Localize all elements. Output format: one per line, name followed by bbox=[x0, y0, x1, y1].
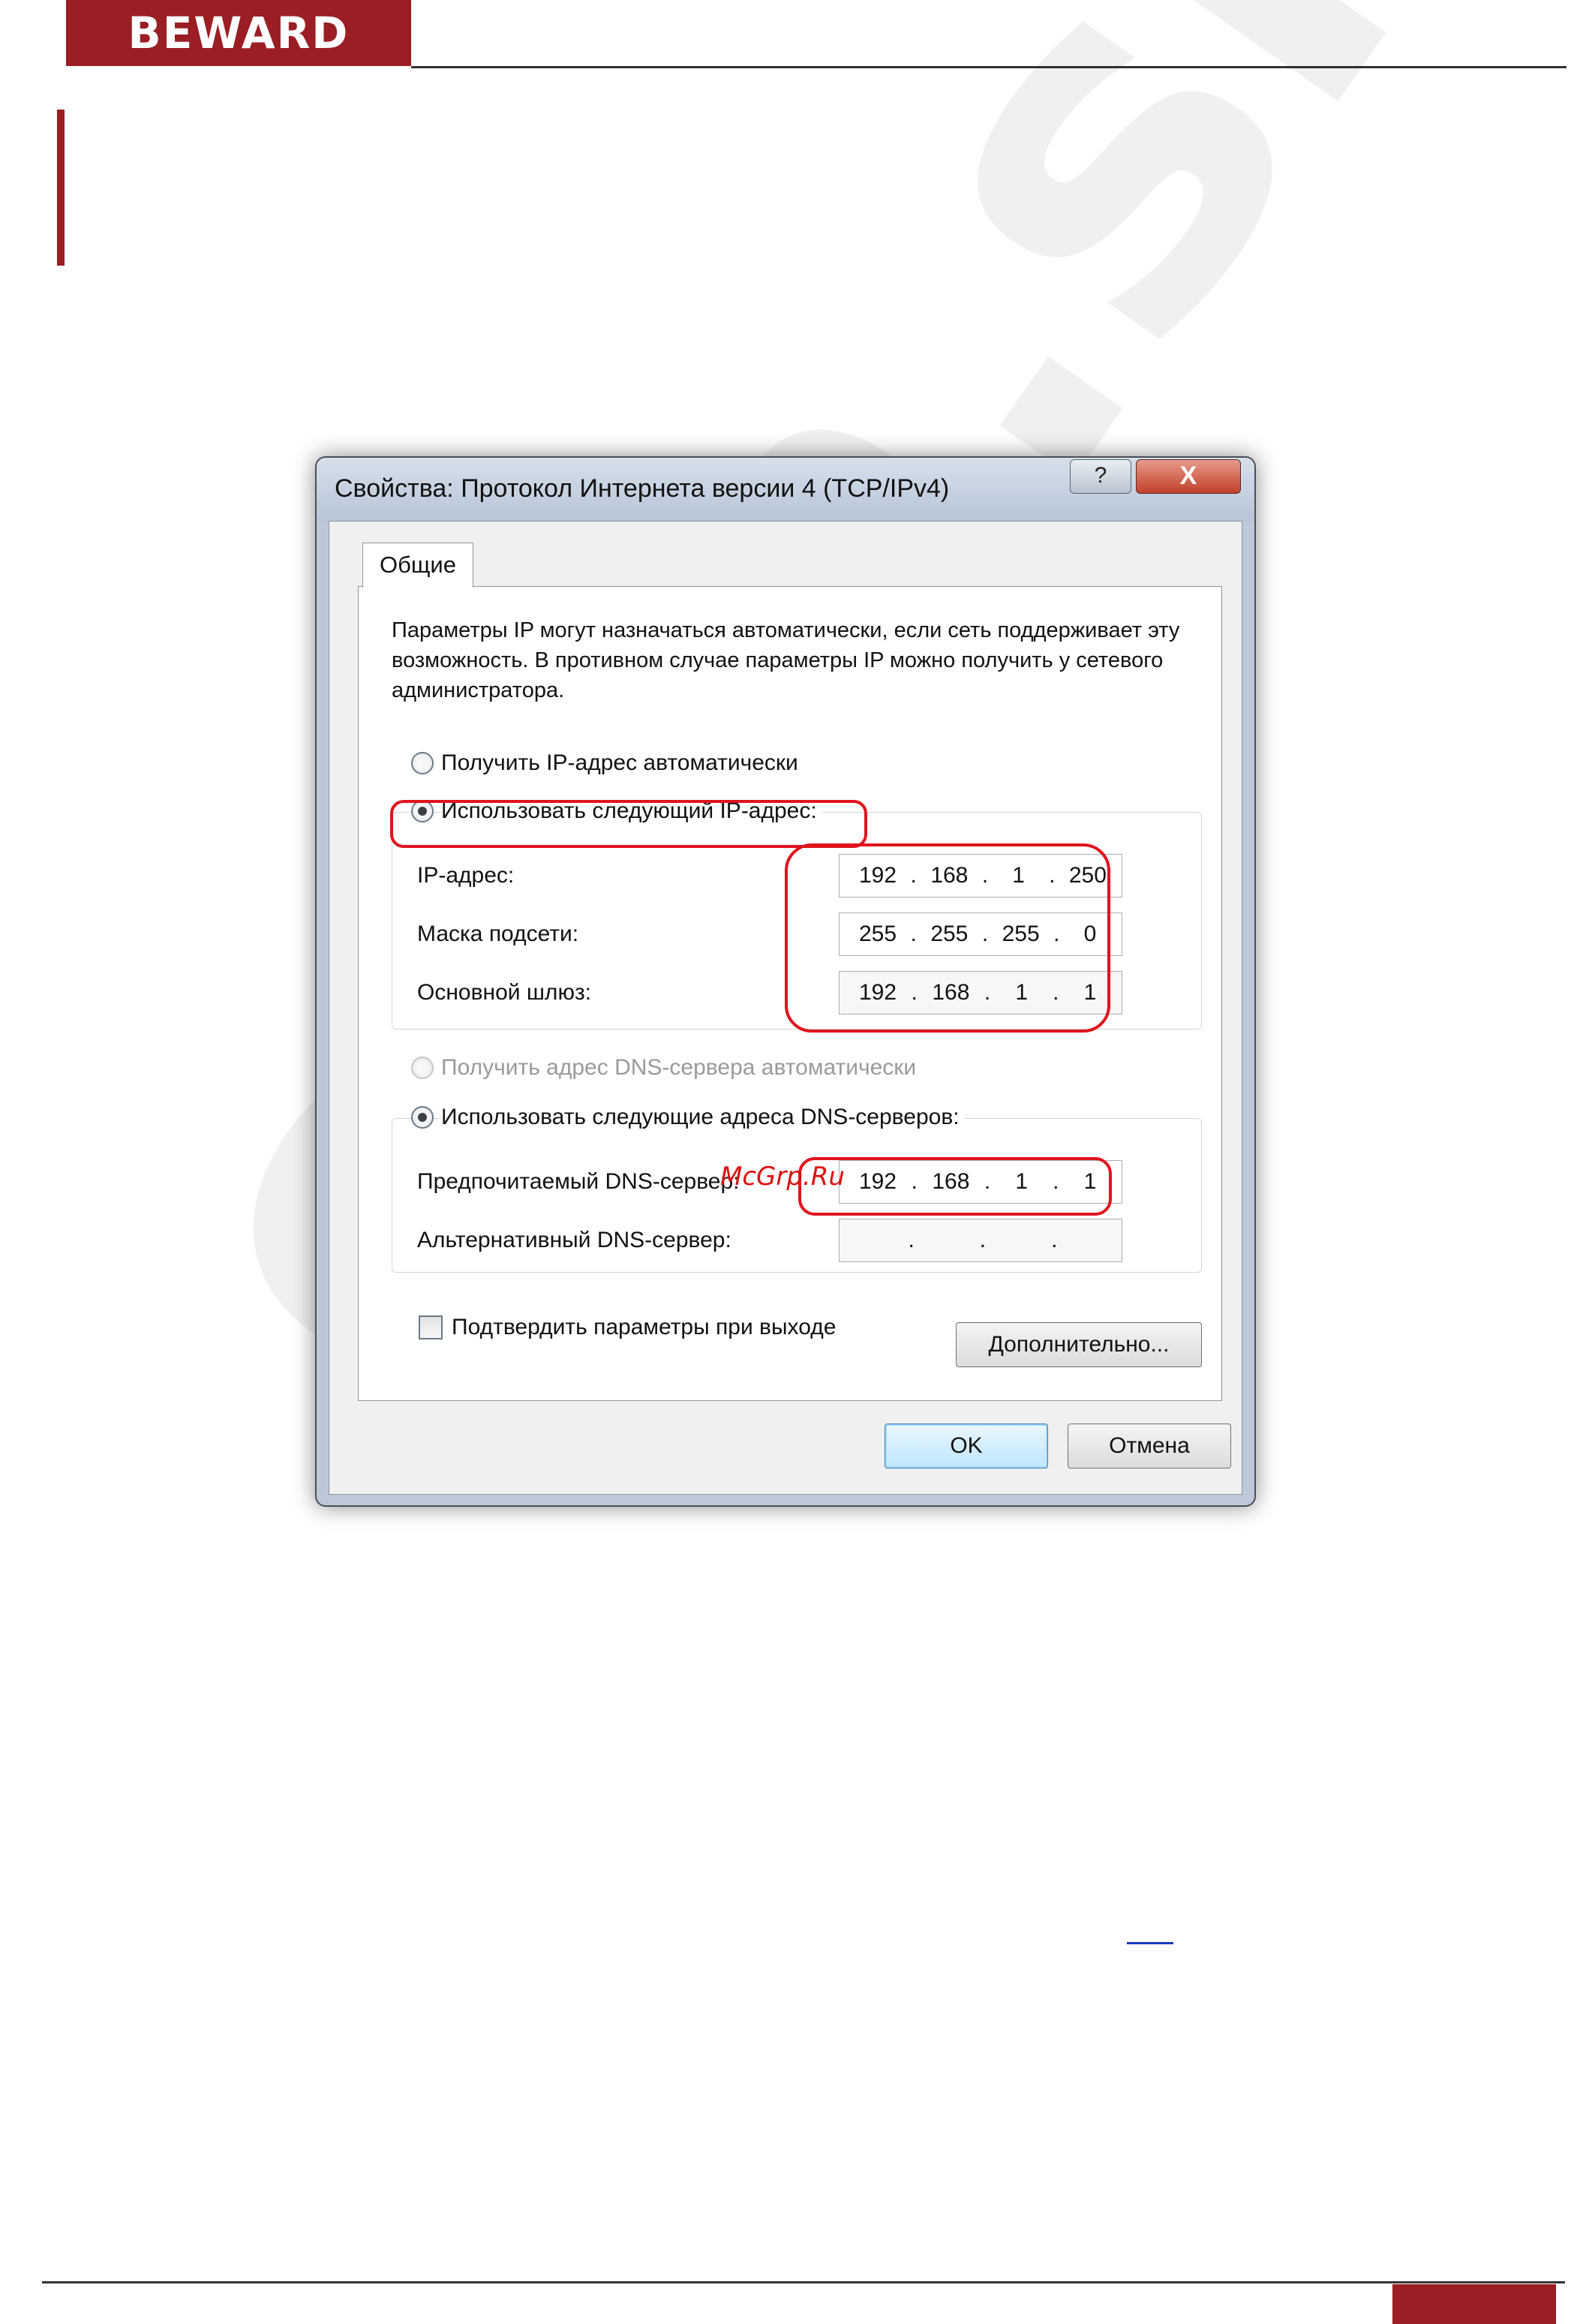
ip-octet: 1 bbox=[1012, 863, 1025, 888]
ip-octet: 255 bbox=[930, 921, 969, 946]
ip-octet: 0 bbox=[1083, 921, 1097, 946]
radio-dns-auto-indicator[interactable] bbox=[411, 1057, 434, 1079]
radio-ip-manual-label: Использовать следующий IP-адрес: bbox=[441, 798, 822, 824]
validate-on-exit-checkbox[interactable] bbox=[419, 1315, 443, 1339]
radio-dns-auto[interactable]: Получить адрес DNS-сервера автоматически bbox=[411, 1055, 921, 1081]
cross-reference-link[interactable] bbox=[1127, 1942, 1173, 1944]
tab-general[interactable]: Общие bbox=[362, 543, 473, 588]
validate-on-exit-row[interactable]: Подтвердить параметры при выходе bbox=[419, 1315, 836, 1340]
ip-octet: 1 bbox=[1083, 980, 1097, 1005]
ip-octet: 168 bbox=[932, 980, 970, 1005]
subnet-mask-label: Маска подсети: bbox=[417, 921, 579, 946]
alternate-dns-label: Альтернативный DNS-сервер: bbox=[417, 1228, 731, 1252]
page-number-box bbox=[1392, 2284, 1556, 2324]
dialog-client-area: Общие Параметры IP могут назначаться авт… bbox=[329, 521, 1242, 1495]
preferred-dns-label: Предпочитаемый DNS-сервер: bbox=[417, 1169, 740, 1194]
dialog-titlebar[interactable]: Свойства: Протокол Интернета версии 4 (T… bbox=[317, 458, 1254, 521]
default-gateway-input[interactable]: 192. 168. 1. 1 bbox=[839, 971, 1122, 1015]
general-tab-panel: Параметры IP могут назначаться автоматич… bbox=[358, 586, 1222, 1401]
radio-ip-auto[interactable]: Получить IP-адрес автоматически bbox=[411, 750, 803, 776]
validate-on-exit-label: Подтвердить параметры при выходе bbox=[452, 1315, 837, 1339]
ipv4-properties-dialog: Свойства: Протокол Интернета версии 4 (T… bbox=[315, 456, 1256, 1507]
ip-octet: 168 bbox=[930, 863, 969, 888]
radio-dns-manual-label: Использовать следующие адреса DNS-сервер… bbox=[441, 1105, 964, 1130]
help-button[interactable]: ? bbox=[1070, 459, 1131, 494]
ip-octet: 192 bbox=[859, 863, 897, 888]
advanced-button[interactable]: Дополнительно... bbox=[956, 1322, 1202, 1367]
ip-octet: 255 bbox=[859, 921, 897, 946]
ip-octet: 192 bbox=[859, 980, 897, 1005]
beward-logo: BEWARD bbox=[66, 0, 411, 66]
ip-octet: 192 bbox=[859, 1169, 897, 1194]
radio-dns-manual[interactable]: Использовать следующие адреса DNS-сервер… bbox=[411, 1105, 964, 1130]
subnet-mask-input[interactable]: 255. 255. 255. 0 bbox=[839, 912, 1122, 956]
cancel-button[interactable]: Отмена bbox=[1068, 1424, 1231, 1469]
header-rule bbox=[411, 66, 1566, 68]
radio-ip-manual-indicator[interactable] bbox=[411, 800, 434, 822]
ip-octet: 255 bbox=[1002, 921, 1040, 946]
ok-button[interactable]: OK bbox=[885, 1424, 1048, 1469]
close-button[interactable]: X bbox=[1136, 459, 1241, 494]
ip-address-label: IP-адрес: bbox=[417, 863, 515, 888]
ip-octet: 1 bbox=[1015, 980, 1029, 1005]
preferred-dns-input[interactable]: 192. 168. 1. 1 bbox=[839, 1160, 1122, 1204]
default-gateway-label: Основной шлюз: bbox=[417, 980, 592, 1005]
description-text: Параметры IP могут назначаться автоматич… bbox=[392, 618, 1180, 702]
radio-dns-auto-label: Получить адрес DNS-сервера автоматически bbox=[441, 1055, 921, 1081]
radio-ip-manual[interactable]: Использовать следующий IP-адрес: bbox=[411, 798, 822, 824]
dialog-title: Свойства: Протокол Интернета версии 4 (T… bbox=[335, 474, 950, 503]
footer-rule bbox=[42, 2281, 1565, 2283]
radio-dns-manual-indicator[interactable] bbox=[411, 1106, 434, 1129]
ip-octet: 1 bbox=[1083, 1169, 1097, 1194]
ip-octet: 250 bbox=[1068, 863, 1107, 888]
mcgrp-watermark: McGrp.Ru bbox=[720, 1162, 845, 1192]
ip-octet: 168 bbox=[932, 1169, 970, 1194]
radio-ip-auto-indicator[interactable] bbox=[411, 752, 434, 774]
ip-octet: 1 bbox=[1015, 1169, 1029, 1194]
section-accent-bar bbox=[57, 110, 65, 266]
ip-address-input[interactable]: 192. 168. 1. 250 bbox=[839, 854, 1122, 897]
alternate-dns-input[interactable]: . . . bbox=[839, 1219, 1122, 1262]
radio-ip-auto-label: Получить IP-адрес автоматически bbox=[441, 750, 803, 776]
